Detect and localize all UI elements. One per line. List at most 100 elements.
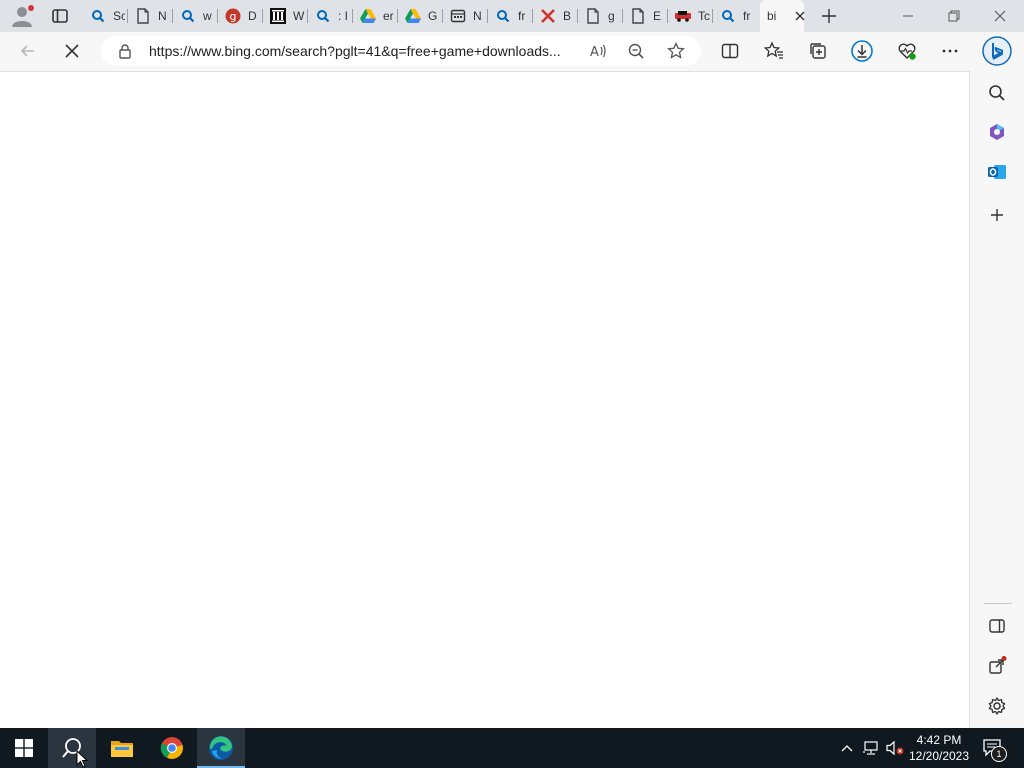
close-window-icon[interactable]: [992, 8, 1008, 24]
tab-title: Sc: [113, 9, 125, 23]
search-icon: [90, 8, 106, 24]
notification-count-badge: 1: [991, 746, 1007, 762]
browser-essentials-icon[interactable]: [897, 41, 917, 61]
tab[interactable]: g: [578, 0, 623, 32]
tab-title: fr: [743, 9, 751, 23]
network-icon[interactable]: [863, 740, 879, 756]
search-icon: [315, 8, 331, 24]
tab-title: fr: [518, 9, 526, 23]
chrome-icon: [160, 736, 184, 760]
toolbar: https://www.bing.com/search?pglt=41&q=fr…: [0, 32, 1024, 72]
tab[interactable]: Tc: [668, 0, 713, 32]
tab-title: N: [473, 9, 482, 23]
page-icon: [630, 8, 646, 24]
drive-icon: [405, 8, 421, 24]
url-text[interactable]: https://www.bing.com/search?pglt=41&q=fr…: [149, 43, 579, 59]
tab-title: : I: [338, 9, 349, 23]
copilot-icon[interactable]: [982, 36, 1012, 66]
tab[interactable]: w: [173, 0, 218, 32]
sidebar-outlook-icon[interactable]: [987, 162, 1007, 182]
tab-title: G: [428, 9, 438, 23]
tab[interactable]: E: [623, 0, 668, 32]
x-icon: [540, 8, 556, 24]
tab-title: N: [158, 9, 167, 23]
car-icon: [675, 8, 691, 24]
tab[interactable]: er: [353, 0, 398, 32]
tab[interactable]: G: [398, 0, 443, 32]
favorites-icon[interactable]: [764, 41, 784, 61]
minimize-icon[interactable]: [900, 8, 916, 24]
system-clock[interactable]: 4:42 PM 12/20/2023: [902, 732, 976, 764]
museum-icon: [270, 8, 286, 24]
svg-text:g: g: [230, 10, 237, 23]
tab-title: bi: [767, 9, 777, 23]
close-tab-icon[interactable]: [793, 9, 807, 23]
zoom-out-icon[interactable]: [627, 42, 645, 60]
tab-strip: Sc N w g D W : I er G N fr B g E Tc fr b…: [0, 0, 1024, 32]
back-icon[interactable]: [18, 41, 38, 61]
tab[interactable]: g D: [218, 0, 263, 32]
address-bar[interactable]: https://www.bing.com/search?pglt=41&q=fr…: [101, 36, 701, 66]
g-logo-icon: g: [225, 8, 241, 24]
taskbar-file-explorer[interactable]: [98, 728, 146, 768]
split-screen-icon[interactable]: [720, 41, 740, 61]
tab[interactable]: fr: [488, 0, 533, 32]
tab-title: g: [608, 9, 615, 23]
collections-icon[interactable]: [808, 41, 828, 61]
tab-list: Sc N w g D W : I er G N fr B g E Tc fr b…: [83, 0, 804, 32]
tab-title: er: [383, 9, 394, 23]
taskbar-edge[interactable]: [197, 728, 245, 768]
search-icon: [180, 8, 196, 24]
more-options-icon[interactable]: [940, 41, 960, 61]
sidebar-settings-icon[interactable]: [987, 696, 1007, 716]
windows-logo-icon: [15, 739, 33, 757]
tab-title: Tc: [698, 9, 710, 23]
calendar-icon: [450, 8, 466, 24]
stop-loading-icon[interactable]: [62, 41, 82, 61]
tab-title: W: [293, 9, 305, 23]
favorite-star-icon[interactable]: [667, 42, 685, 60]
action-center-button[interactable]: 1: [982, 738, 1007, 762]
web-content-area[interactable]: [0, 72, 969, 728]
tab-actions-icon[interactable]: [50, 6, 70, 26]
page-icon: [585, 8, 601, 24]
clock-date: 12/20/2023: [908, 749, 970, 763]
taskbar-chrome[interactable]: [148, 728, 196, 768]
tab[interactable]: : I: [308, 0, 353, 32]
search-icon: [495, 8, 511, 24]
tab-title: w: [203, 9, 212, 23]
new-tab-icon[interactable]: [820, 7, 838, 25]
sidebar-add-icon[interactable]: [987, 205, 1007, 225]
folder-icon: [110, 738, 134, 758]
start-button[interactable]: [0, 728, 48, 768]
taskbar-search-button[interactable]: [48, 728, 96, 768]
downloads-icon[interactable]: [851, 40, 873, 62]
edge-sidebar: [969, 71, 1024, 728]
tab[interactable]: W: [263, 0, 308, 32]
lock-icon[interactable]: [117, 43, 133, 59]
sidebar-search-icon[interactable]: [987, 83, 1007, 103]
svg-text:A: A: [590, 45, 599, 60]
tab[interactable]: B: [533, 0, 578, 32]
tab[interactable]: N: [128, 0, 173, 32]
mouse-cursor-icon: [76, 750, 88, 768]
tab[interactable]: fr: [713, 0, 758, 32]
drive-icon: [360, 8, 376, 24]
show-hidden-icons-icon[interactable]: [839, 740, 855, 756]
sidebar-divider: [984, 603, 1012, 604]
tab-title: B: [563, 9, 572, 23]
tab[interactable]: Sc: [83, 0, 128, 32]
read-aloud-icon[interactable]: A: [588, 41, 608, 61]
sidebar-m365-icon[interactable]: [987, 122, 1007, 142]
tab-title: E: [653, 9, 662, 23]
sidebar-open-external-icon[interactable]: [987, 656, 1007, 676]
clock-time: 4:42 PM: [916, 733, 962, 747]
tab-title: D: [248, 9, 257, 23]
sidebar-hide-icon[interactable]: [987, 616, 1007, 636]
page-icon: [135, 8, 151, 24]
edge-icon: [208, 735, 234, 761]
taskbar: 4:42 PM 12/20/2023 1: [0, 728, 1024, 768]
profile-notification-dot: [28, 5, 34, 11]
tab[interactable]: N: [443, 0, 488, 32]
restore-icon[interactable]: [946, 8, 962, 24]
